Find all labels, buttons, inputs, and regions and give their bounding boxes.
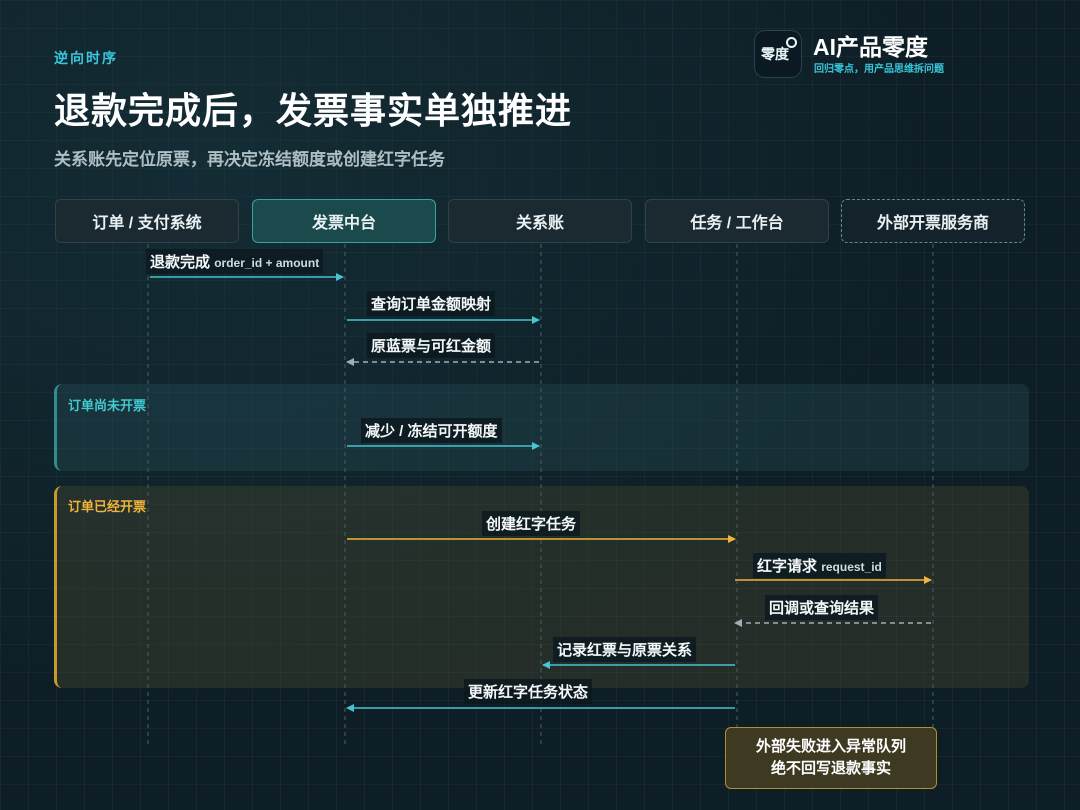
message-text: 红字请求 — [757, 558, 818, 575]
message-update-task-status: 更新红字任务状态 — [464, 679, 593, 704]
note-line-1: 外部失败进入异常队列 — [755, 738, 906, 755]
message-param: request_id — [821, 560, 882, 574]
message-reduce-freeze-quota: 减少 / 冻结可开额度 — [361, 418, 502, 443]
actor-relation-ledger: 关系账 — [448, 199, 632, 243]
actor-invoice-platform: 发票中台 — [252, 199, 436, 243]
message-record-relation: 记录红票与原票关系 — [553, 637, 697, 662]
message-red-request: 红字请求 request_id — [753, 553, 886, 578]
message-refund-complete: 退款完成 order_id + amount — [146, 249, 324, 274]
message-create-red-task: 创建红字任务 — [482, 511, 581, 536]
message-blue-invoice-amount: 原蓝票与可红金额 — [367, 333, 496, 358]
message-callback-result: 回调或查询结果 — [765, 595, 879, 620]
message-text: 退款完成 — [150, 254, 211, 271]
note-line-2: 绝不回写退款事实 — [770, 760, 891, 777]
actor-order-payment-system: 订单 / 支付系统 — [55, 199, 239, 243]
actor-external-invoice-provider: 外部开票服务商 — [841, 199, 1025, 243]
message-query-mapping: 查询订单金额映射 — [367, 291, 496, 316]
exception-note: 外部失败进入异常队列 绝不回写退款事实 — [725, 727, 937, 789]
actor-task-workbench: 任务 / 工作台 — [645, 199, 829, 243]
message-param: order_id + amount — [214, 256, 320, 270]
